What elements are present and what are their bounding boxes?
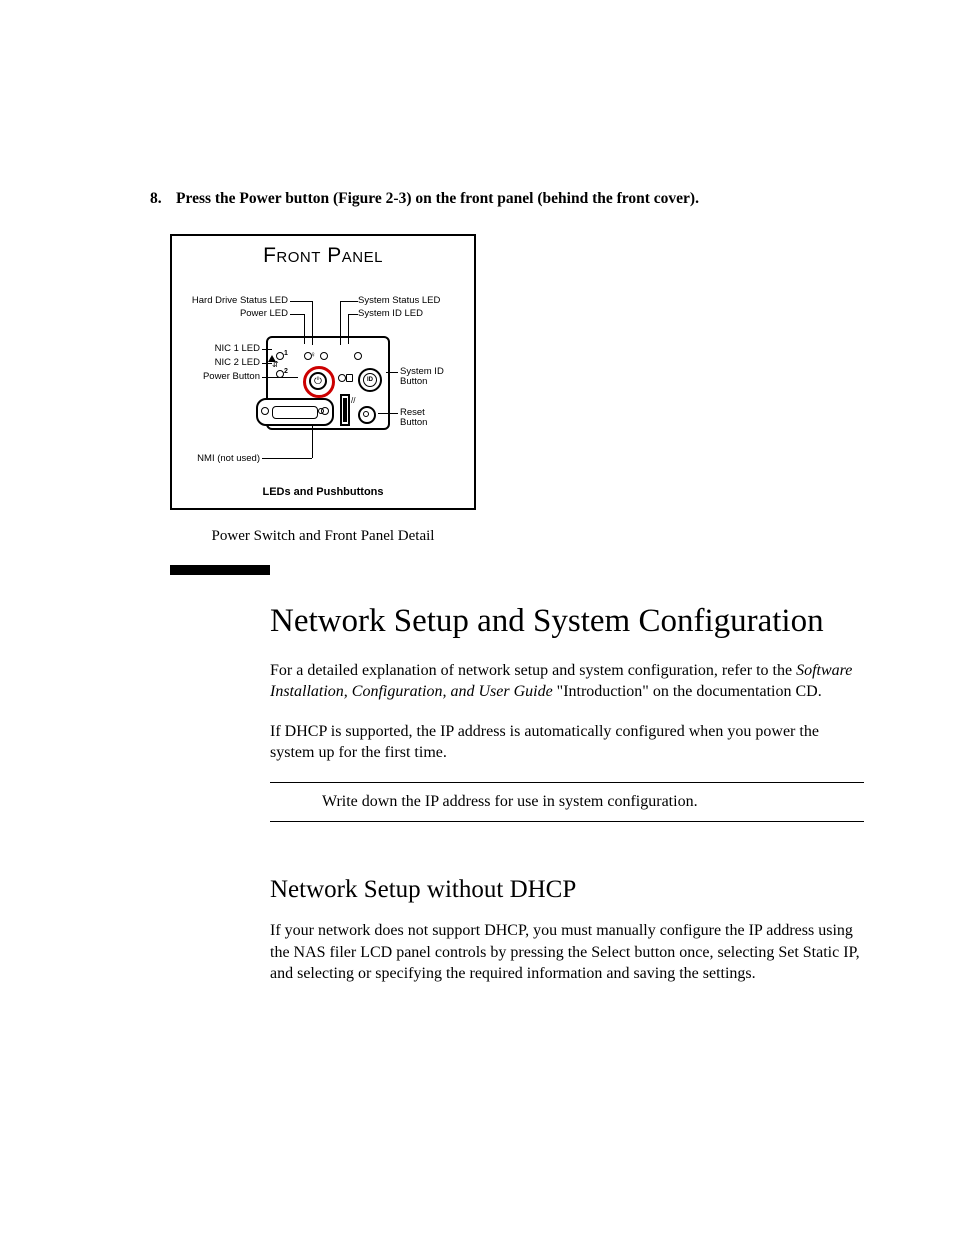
p1-part-a: For a detailed explanation of network se…	[270, 662, 796, 679]
tick-mark: //	[351, 396, 355, 405]
small-led-icon	[338, 374, 346, 382]
power-button-highlight: ⏻	[303, 366, 335, 398]
section-heading: Network Setup and System Configuration	[270, 602, 864, 642]
figure-caption: Power Switch and Front Panel Detail	[170, 528, 476, 545]
leader-line	[290, 314, 304, 315]
nmi-dot-icon	[318, 408, 324, 414]
system-id-button-icon: ID	[358, 368, 382, 392]
label-nic2-led: NIC 2 LED	[215, 358, 260, 368]
nic1-num: 1	[284, 350, 288, 357]
note-box: Write down the IP address for use in sys…	[270, 782, 864, 822]
label-power-led: Power LED	[240, 309, 288, 319]
nic1-led-icon	[276, 352, 284, 360]
label-hard-drive-led: Hard Drive Status LED	[192, 296, 288, 306]
step-text: Press the Power button (Figure 2-3) on t…	[176, 190, 864, 208]
leader-line	[348, 314, 358, 315]
front-panel-figure: Front Panel Hard Drive Status LED Power …	[170, 234, 476, 510]
nic-glyph-icon: ⇵	[272, 360, 279, 369]
hdd-led-icon	[320, 352, 328, 360]
subsection-paragraph-1: If your network does not support DHCP, y…	[270, 920, 860, 985]
figure-title: Front Panel	[172, 244, 474, 268]
subsection-heading: Network Setup without DHCP	[270, 876, 864, 904]
small-led-icon	[346, 374, 353, 382]
label-system-id-led: System ID LED	[358, 309, 423, 319]
label-system-id-button: System ID Button	[400, 367, 444, 388]
bulb-icon: ♀	[310, 350, 316, 359]
warning-icon	[268, 338, 276, 362]
p1-part-b: "Introduction" on the documentation CD.	[553, 683, 822, 700]
label-nic1-led: NIC 1 LED	[215, 344, 260, 354]
nic2-led-icon	[276, 370, 284, 378]
leader-line	[290, 301, 312, 302]
device-outline: 1 2 ⇵ ♀ ⏻ ID //	[266, 336, 390, 430]
leader-line	[262, 458, 312, 459]
power-icon: ⏻	[309, 372, 327, 390]
label-reset-button: Reset Button	[400, 408, 427, 429]
label-nmi: NMI (not used)	[197, 454, 260, 464]
step-8: 8. Press the Power button (Figure 2-3) o…	[150, 190, 864, 208]
slot-icon	[340, 394, 350, 426]
section-paragraph-2: If DHCP is supported, the IP address is …	[270, 721, 860, 764]
step-number: 8.	[150, 190, 176, 208]
nic2-num: 2	[284, 368, 288, 375]
label-system-status-led: System Status LED	[358, 296, 440, 306]
figure-wrapper: Front Panel Hard Drive Status LED Power …	[170, 234, 864, 545]
id-text: ID	[363, 373, 377, 387]
status-led-icon	[354, 352, 362, 360]
reset-button-icon	[358, 406, 376, 424]
leader-line	[340, 301, 358, 302]
label-power-button: Power Button	[203, 372, 260, 382]
figure-footer: LEDs and Pushbuttons	[172, 486, 474, 498]
section-paragraph-1: For a detailed explanation of network se…	[270, 660, 860, 703]
